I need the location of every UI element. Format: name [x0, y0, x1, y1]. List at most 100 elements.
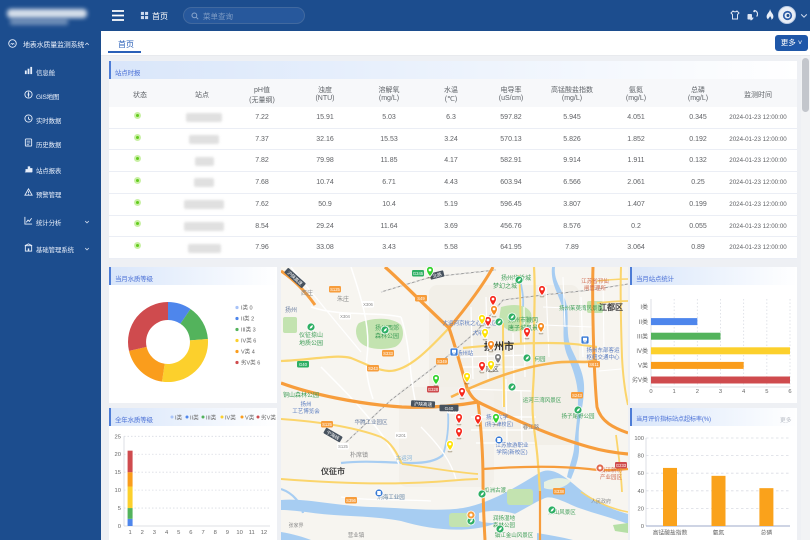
svg-text:S243: S243	[572, 393, 582, 398]
svg-text:7: 7	[201, 530, 204, 536]
svg-text:S49: S49	[417, 296, 425, 301]
svg-text:人民政府: 人民政府	[591, 498, 611, 505]
svg-text:60: 60	[638, 471, 644, 477]
svg-text:0: 0	[118, 524, 121, 530]
svg-text:1: 1	[673, 389, 676, 395]
svg-text:华腾工业园区: 华腾工业园区	[354, 418, 388, 426]
svg-text:11: 11	[249, 530, 255, 536]
svg-text:扬州东部客运: 扬州东部客运	[586, 346, 620, 354]
svg-text:扬州站: 扬州站	[457, 349, 474, 357]
svg-text:润扬湿地: 润扬湿地	[493, 514, 516, 522]
svg-text:仪征捺山: 仪征捺山	[299, 331, 323, 339]
svg-text:劣V类: 劣V类	[261, 413, 276, 421]
svg-text:G40: G40	[445, 406, 454, 411]
svg-text:G345: G345	[413, 271, 424, 276]
svg-text:S611: S611	[589, 362, 599, 367]
svg-text:铜山森林公园: 铜山森林公园	[283, 391, 319, 399]
svg-text:西庄: 西庄	[301, 289, 313, 297]
svg-text:20: 20	[115, 452, 121, 458]
svg-text:江苏省邗仙: 江苏省邗仙	[581, 277, 609, 285]
svg-text:S333: S333	[383, 351, 393, 356]
svg-text:劣V类: 劣V类	[632, 376, 648, 384]
svg-text:12: 12	[261, 530, 267, 536]
svg-text:9: 9	[226, 530, 229, 536]
svg-text:朱庄: 朱庄	[337, 295, 349, 303]
svg-text:I类: I类	[175, 413, 183, 421]
svg-text:K201: K201	[396, 433, 406, 438]
svg-text:15: 15	[115, 470, 121, 476]
svg-text:G40: G40	[299, 362, 308, 367]
svg-text:S125: S125	[322, 422, 332, 427]
svg-text:X304: X304	[340, 314, 350, 319]
svg-text:80: 80	[638, 454, 644, 460]
svg-text:张家界: 张家界	[288, 522, 303, 529]
svg-text:V类 4: V类 4	[241, 348, 255, 356]
svg-text:S125: S125	[338, 444, 348, 449]
svg-text:IV类: IV类	[225, 413, 236, 421]
svg-text:V类: V类	[245, 413, 255, 421]
svg-text:3: 3	[719, 389, 722, 395]
svg-text:运河三湾风景区: 运河三湾风景区	[523, 396, 562, 404]
svg-text:产业园区: 产业园区	[600, 473, 623, 481]
svg-text:扬州: 扬州	[300, 400, 311, 408]
svg-text:25: 25	[115, 434, 121, 440]
svg-text:II类 2: II类 2	[241, 315, 254, 323]
svg-text:扬州: 扬州	[285, 306, 297, 314]
svg-text:6: 6	[788, 389, 791, 395]
svg-text:学院(新校区): 学院(新校区)	[496, 448, 527, 456]
svg-text:枢纽交通中心: 枢纽交通中心	[586, 353, 620, 361]
svg-text:氨氮: 氨氮	[713, 529, 725, 537]
svg-text:地质公园: 地质公园	[299, 339, 323, 347]
svg-text:S349: S349	[437, 359, 447, 364]
svg-text:(扬子津校区): (扬子津校区)	[485, 421, 514, 428]
svg-text:梦幻之城: 梦幻之城	[493, 282, 517, 290]
svg-text:朴席镇: 朴席镇	[350, 451, 368, 459]
svg-text:2: 2	[141, 530, 144, 536]
svg-text:100: 100	[634, 436, 644, 442]
svg-text:古运河: 古运河	[396, 454, 413, 462]
svg-text:2: 2	[696, 389, 699, 395]
svg-text:II类: II类	[190, 413, 199, 421]
svg-text:S243: S243	[368, 366, 378, 371]
svg-text:5: 5	[765, 389, 768, 395]
svg-text:营业镇: 营业镇	[348, 531, 365, 539]
svg-text:IV类: IV类	[636, 347, 648, 355]
svg-text:5: 5	[177, 530, 180, 536]
svg-text:S338: S338	[554, 489, 564, 494]
svg-text:II类: II类	[639, 318, 648, 326]
svg-text:10: 10	[115, 488, 121, 494]
svg-text:40: 40	[638, 489, 644, 495]
svg-text:III类: III类	[206, 413, 217, 421]
svg-text:春江路: 春江路	[523, 423, 540, 431]
svg-text:4: 4	[165, 530, 169, 536]
svg-text:0: 0	[641, 524, 644, 530]
svg-text:III类 3: III类 3	[241, 326, 256, 334]
svg-text:G328: G328	[428, 387, 439, 392]
svg-text:1: 1	[128, 530, 131, 536]
svg-text:工艺博览会: 工艺博览会	[292, 407, 320, 415]
svg-text:X306: X306	[363, 302, 373, 307]
svg-text:20: 20	[638, 506, 644, 512]
svg-text:何园: 何园	[534, 355, 546, 363]
svg-text:闸管理所: 闸管理所	[584, 284, 607, 292]
svg-text:仪征市: 仪征市	[320, 466, 345, 476]
svg-text:4: 4	[742, 389, 746, 395]
svg-text:8: 8	[214, 530, 217, 536]
svg-text:III类: III类	[637, 332, 648, 340]
svg-text:扬州茱萸湾风景区: 扬州茱萸湾风景区	[559, 304, 604, 312]
svg-text:高锰酸盐指数: 高锰酸盐指数	[653, 529, 688, 537]
svg-text:I类 0: I类 0	[241, 304, 253, 312]
svg-text:S356: S356	[346, 498, 356, 503]
svg-text:6: 6	[189, 530, 192, 536]
svg-text:10: 10	[236, 530, 242, 536]
svg-text:S125: S125	[330, 287, 340, 292]
svg-text:IV类 6: IV类 6	[241, 337, 256, 345]
svg-text:总磷: 总磷	[761, 529, 773, 537]
svg-text:劣V类 6: 劣V类 6	[241, 359, 260, 367]
svg-text:5: 5	[118, 506, 121, 512]
svg-text:3: 3	[153, 530, 156, 536]
svg-text:V类: V类	[638, 362, 648, 370]
svg-text:瓜洲古渡: 瓜洲古渡	[484, 486, 507, 494]
svg-text:I类: I类	[640, 303, 648, 311]
svg-text:0: 0	[649, 389, 652, 395]
